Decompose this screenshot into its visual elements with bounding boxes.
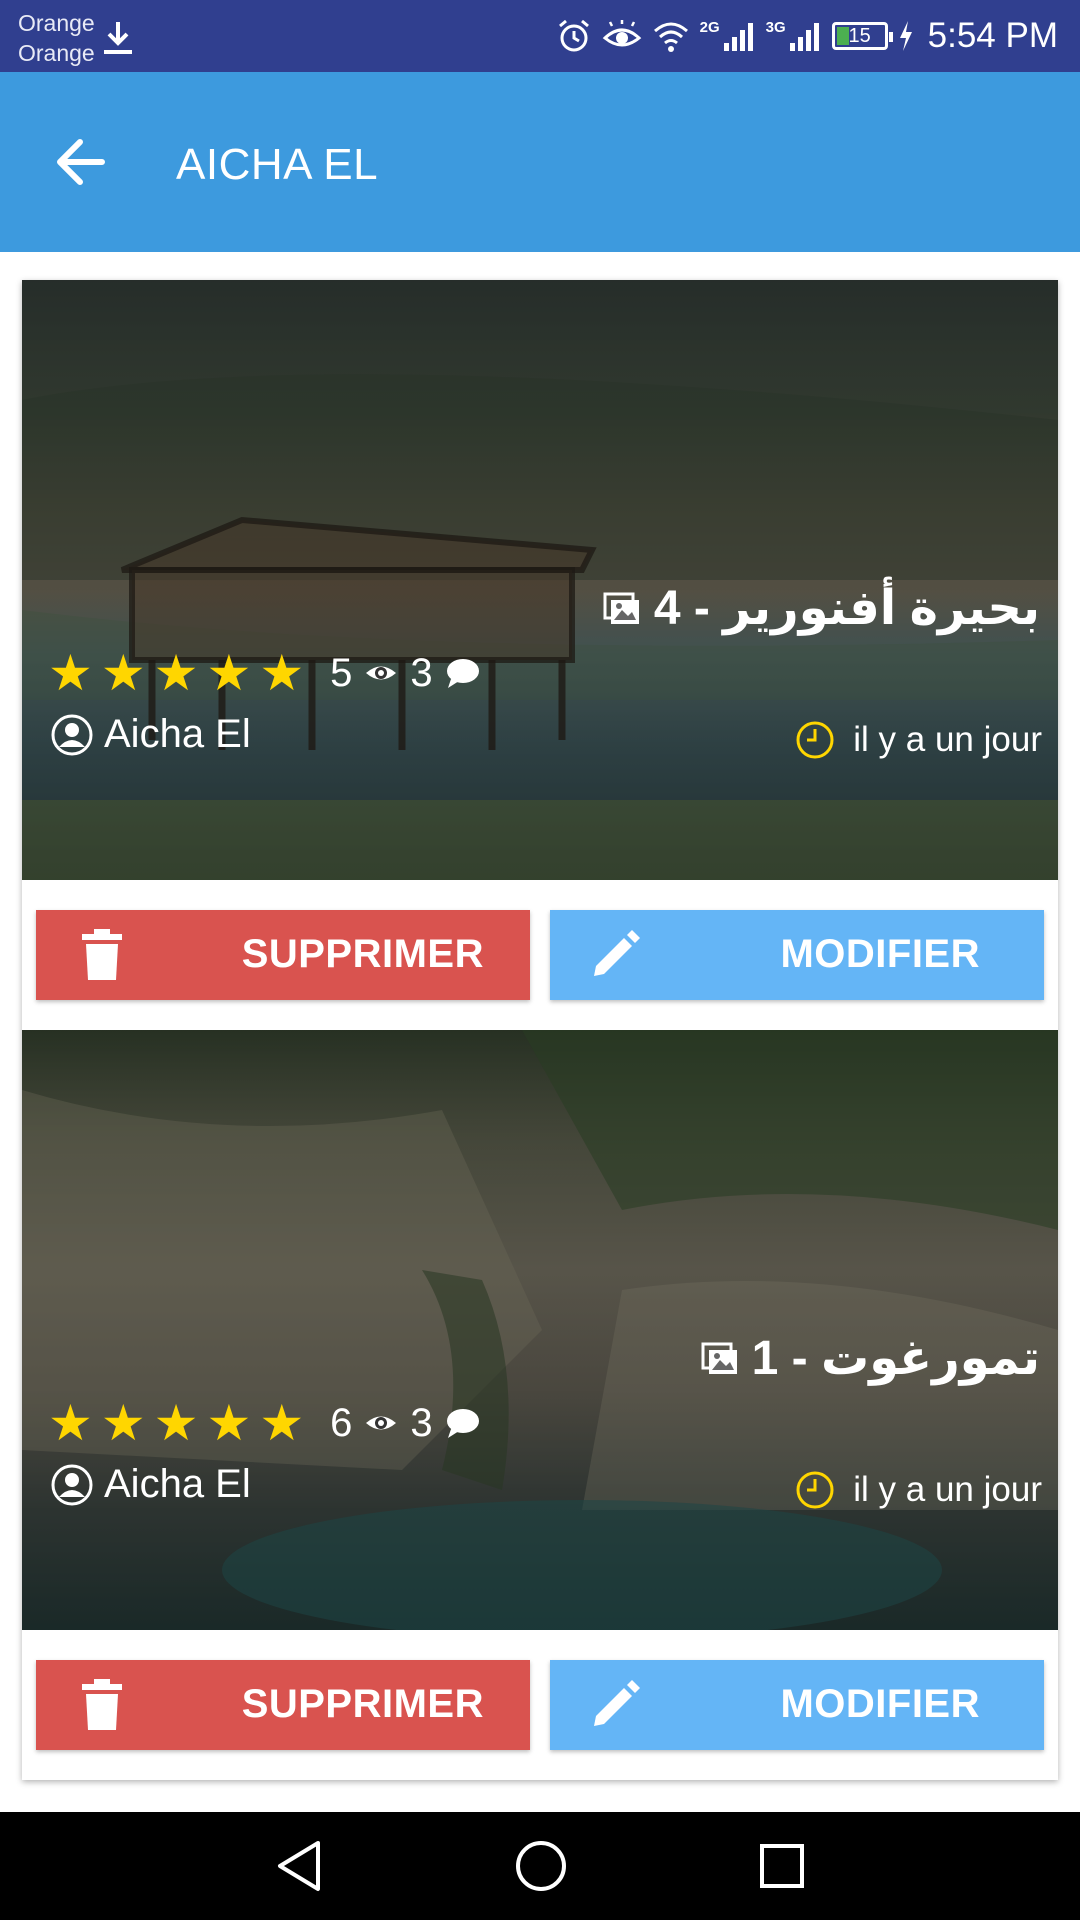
- post-time: il y a un jour: [795, 720, 1042, 760]
- post-title: بحيرة أفنورير - 4: [602, 580, 1040, 636]
- clock-icon: [796, 1471, 834, 1509]
- post-image[interactable]: بحيرة أفنورير - 4 ★ ★ ★ ★ ★ 5 3 Aicha El…: [22, 280, 1058, 880]
- nav-back-icon[interactable]: [274, 1839, 324, 1893]
- star-icon: ★: [48, 1395, 93, 1451]
- comment-icon: [446, 1409, 479, 1438]
- gallery-icon: [701, 1342, 737, 1374]
- page-title: AICHA EL: [176, 140, 379, 189]
- star-icon: ★: [100, 1395, 146, 1451]
- delete-button[interactable]: SUPPRIMER: [36, 1660, 530, 1750]
- comments-count: 3: [410, 1400, 433, 1445]
- trash-icon: [82, 1679, 122, 1730]
- post-title-text: تمورغوت - 1: [751, 1332, 1040, 1385]
- star-icon: ★: [48, 645, 93, 701]
- edit-label: MODIFIER: [780, 932, 980, 976]
- post-card: بحيرة أفنورير - 4 ★ ★ ★ ★ ★ 5 3 Aicha El…: [22, 280, 1058, 1030]
- pencil-icon: [594, 1680, 640, 1726]
- trash-icon: [82, 929, 122, 980]
- star-icon: ★: [206, 1395, 252, 1451]
- carrier-1: Orange: [18, 10, 95, 36]
- back-button[interactable]: [40, 122, 120, 202]
- signal-2g-icon: [723, 23, 753, 51]
- status-bar: Orange Orange 2G 3G 15 5:54 PM: [0, 0, 1080, 72]
- eye-icon: [366, 666, 397, 680]
- post-time: il y a un jour: [795, 1470, 1042, 1510]
- comments-count: 3: [410, 650, 433, 695]
- signal-3g-icon: [789, 23, 819, 51]
- star-icon: ★: [153, 645, 199, 701]
- battery-level: 15: [848, 24, 871, 47]
- clock: 5:54 PM: [927, 16, 1058, 55]
- network-3g-label: 3G: [765, 18, 786, 36]
- eye-comfort-icon: [602, 20, 641, 47]
- rating-stars: ★ ★ ★ ★ ★: [48, 1398, 304, 1448]
- time-ago-text: il y a un jour: [853, 720, 1042, 759]
- star-icon: ★: [100, 645, 146, 701]
- content-area[interactable]: بحيرة أفنورير - 4 ★ ★ ★ ★ ★ 5 3 Aicha El…: [0, 252, 1080, 1812]
- arrow-back-icon: [57, 139, 105, 185]
- post-author: Aicha El: [50, 1462, 251, 1507]
- star-icon: ★: [259, 645, 305, 701]
- time-ago-text: il y a un jour: [853, 1470, 1042, 1509]
- post-image[interactable]: تمورغوت - 1 ★ ★ ★ ★ ★ 6 3 Aicha El il y …: [22, 1030, 1058, 1630]
- post-actions: SUPPRIMER MODIFIER: [22, 880, 1058, 1030]
- views-count: 5: [330, 650, 353, 695]
- download-icon: [104, 22, 132, 54]
- author-name: Aicha El: [104, 1462, 251, 1506]
- edit-button[interactable]: MODIFIER: [550, 910, 1044, 1000]
- star-icon: ★: [259, 1395, 305, 1451]
- star-icon: ★: [206, 645, 252, 701]
- post-actions: SUPPRIMER MODIFIER: [22, 1630, 1058, 1780]
- post-stats: ★ ★ ★ ★ ★ 5 3: [48, 648, 481, 698]
- carrier-labels: Orange Orange: [18, 8, 95, 68]
- gallery-icon: [603, 592, 639, 624]
- delete-button[interactable]: SUPPRIMER: [36, 910, 530, 1000]
- nav-recents-icon[interactable]: [758, 1842, 806, 1890]
- delete-label: SUPPRIMER: [241, 1682, 484, 1726]
- posts-card: بحيرة أفنورير - 4 ★ ★ ★ ★ ★ 5 3 Aicha El…: [22, 280, 1058, 1780]
- post-stats: ★ ★ ★ ★ ★ 6 3: [48, 1398, 481, 1448]
- user-icon: [51, 714, 93, 755]
- rating-stars: ★ ★ ★ ★ ★: [48, 648, 304, 698]
- post-author: Aicha El: [50, 712, 251, 757]
- author-name: Aicha El: [104, 712, 251, 756]
- status-icons: 2G 3G 15 5:54 PM: [556, 10, 1058, 62]
- delete-label: SUPPRIMER: [241, 932, 484, 976]
- post-title: تمورغوت - 1: [700, 1330, 1040, 1386]
- pencil-icon: [594, 930, 640, 976]
- clock-icon: [796, 721, 834, 759]
- network-2g-label: 2G: [699, 18, 720, 36]
- comment-icon: [446, 659, 479, 688]
- views-count: 6: [330, 1400, 353, 1445]
- system-nav-bar: [0, 1812, 1080, 1920]
- user-icon: [51, 1464, 93, 1505]
- carrier-2: Orange: [18, 40, 95, 66]
- charging-icon: [899, 21, 912, 51]
- alarm-icon: [558, 19, 589, 52]
- battery-icon: 15: [831, 22, 893, 50]
- app-bar: AICHA EL: [0, 72, 1080, 252]
- star-icon: ★: [153, 1395, 199, 1451]
- edit-button[interactable]: MODIFIER: [550, 1660, 1044, 1750]
- post-title-text: بحيرة أفنورير - 4: [653, 582, 1040, 635]
- nav-home-icon[interactable]: [514, 1839, 568, 1893]
- eye-icon: [366, 1416, 397, 1430]
- edit-label: MODIFIER: [780, 1682, 980, 1726]
- wifi-icon: [653, 22, 688, 52]
- post-card: تمورغوت - 1 ★ ★ ★ ★ ★ 6 3 Aicha El il y …: [22, 1030, 1058, 1780]
